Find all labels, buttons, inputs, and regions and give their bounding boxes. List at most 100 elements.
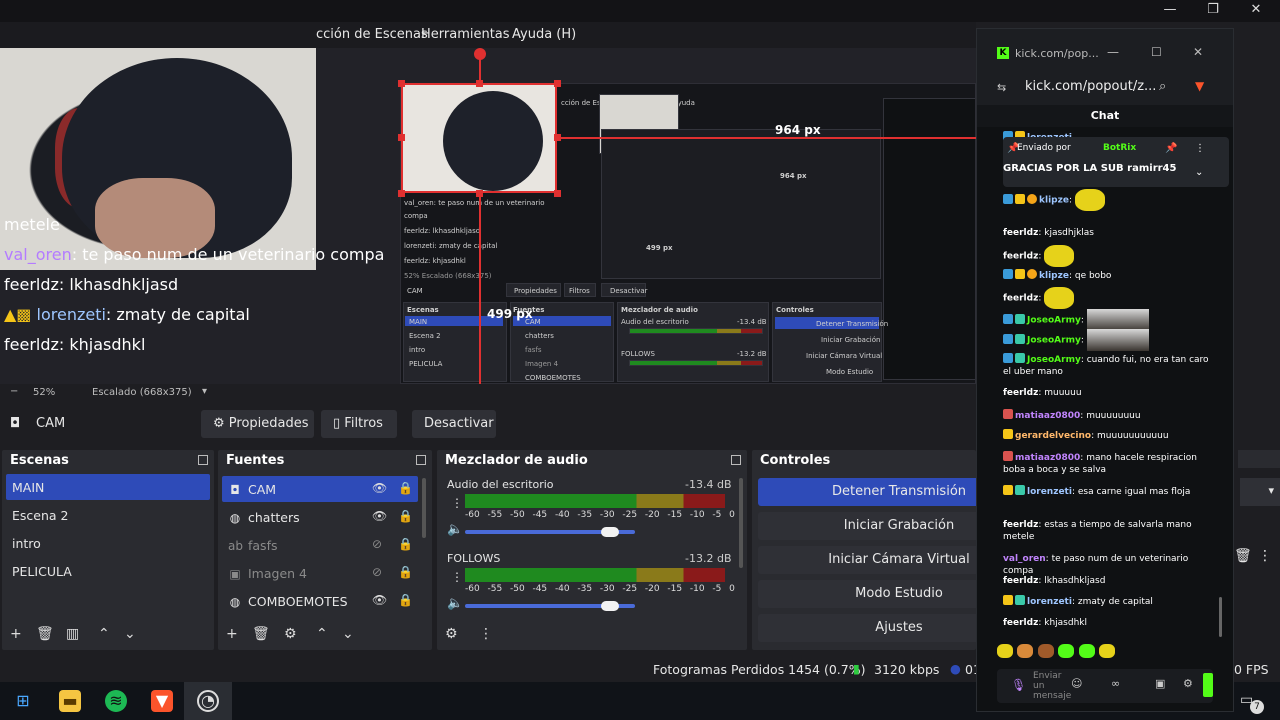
kebab-icon[interactable]: ⋮ xyxy=(1258,548,1272,564)
speaker-icon[interactable]: 🔈 xyxy=(447,522,463,537)
lock-icon[interactable]: 🔒 xyxy=(398,593,413,607)
gear-icon[interactable]: ⚙ xyxy=(284,626,297,642)
lock-icon[interactable]: 🔒 xyxy=(398,481,413,495)
emote-icon[interactable] xyxy=(1037,644,1054,658)
deactivate-button[interactable]: Desactivar xyxy=(412,410,496,438)
eye-hidden-icon[interactable]: ⊘ xyxy=(372,565,382,579)
add-icon[interactable]: + xyxy=(226,626,238,642)
studio-mode-button[interactable]: Modo Estudio xyxy=(758,580,976,608)
undock-icon[interactable] xyxy=(416,455,426,465)
move-down-icon[interactable]: ⌄ xyxy=(342,626,354,642)
move-down-icon[interactable]: ⌄ xyxy=(124,626,136,642)
kebab-icon[interactable]: ⋮ xyxy=(479,626,493,642)
scene-item-escena-2[interactable]: Escena 2 xyxy=(6,502,210,528)
filter-icon[interactable]: ▥ xyxy=(66,626,79,642)
zoom-out-button[interactable]: − xyxy=(10,386,18,397)
brave-icon[interactable]: ▼ xyxy=(151,690,173,712)
emote-icon[interactable] xyxy=(1058,644,1075,658)
camera-icon: ◘ xyxy=(230,483,240,497)
windows-start-icon[interactable]: ⊞ xyxy=(12,690,34,712)
scrollbar[interactable] xyxy=(422,478,426,538)
eye-hidden-icon[interactable]: ⊘ xyxy=(372,537,382,551)
selected-source-box[interactable] xyxy=(401,83,557,193)
emote-icon[interactable] xyxy=(1017,644,1034,658)
scrollbar[interactable] xyxy=(739,478,743,568)
source-item-cam[interactable]: ◘ CAM 👁 🔒 xyxy=(222,476,418,502)
source-item-imagen-4[interactable]: ▣ Imagen 4 ⊘ 🔒 xyxy=(222,560,418,586)
resize-handle[interactable] xyxy=(398,190,405,197)
emote-icon[interactable] xyxy=(1078,644,1095,658)
start-recording-button[interactable]: Iniciar Grabación xyxy=(758,512,976,540)
chevron-down-icon[interactable]: ⌄ xyxy=(1195,167,1203,178)
minimize-icon[interactable]: — xyxy=(1155,2,1185,20)
resize-handle[interactable] xyxy=(398,80,405,87)
kebab-icon[interactable]: ⋮ xyxy=(451,496,463,510)
spotify-icon[interactable]: ≋ xyxy=(105,690,127,712)
volume-slider-knob[interactable] xyxy=(600,527,619,537)
lock-icon[interactable]: 🔒 xyxy=(398,537,413,551)
stop-stream-button[interactable]: Detener Transmisión xyxy=(758,478,976,506)
close-icon[interactable]: ✕ xyxy=(1193,45,1203,59)
brave-shield-icon[interactable]: ▼ xyxy=(1195,79,1204,93)
emote-icon[interactable] xyxy=(1099,644,1116,658)
source-item-fasfs[interactable]: ab fasfs ⊘ 🔒 xyxy=(222,532,418,558)
filters-button[interactable]: ▯ Filtros xyxy=(321,410,397,438)
undock-icon[interactable] xyxy=(198,455,208,465)
apps-icon[interactable]: ∞ xyxy=(1111,677,1120,690)
eye-icon[interactable]: 👁 xyxy=(372,481,387,495)
resize-handle[interactable] xyxy=(554,190,561,197)
gear-icon[interactable]: ⚙ xyxy=(445,626,458,642)
file-explorer-icon[interactable]: ▬ xyxy=(59,690,81,712)
close-icon[interactable]: ✕ xyxy=(1241,2,1271,20)
start-virtual-camera-button[interactable]: Iniciar Cámara Virtual xyxy=(758,546,976,574)
controls-dock: Controles Detener Transmisión Iniciar Gr… xyxy=(752,450,976,650)
trash-icon[interactable]: 🗑 xyxy=(1234,548,1252,564)
eye-icon[interactable]: 👁 xyxy=(372,593,387,607)
gear-icon[interactable]: ⚙ xyxy=(1183,677,1193,690)
site-settings-icon[interactable]: ⇆ xyxy=(997,81,1006,94)
url-field[interactable]: kick.com/popout/z... xyxy=(1025,79,1156,94)
resize-handle[interactable] xyxy=(554,80,561,87)
eye-icon[interactable]: 👁 xyxy=(372,509,387,523)
restore-icon[interactable]: ❐ xyxy=(1198,2,1228,20)
properties-button[interactable]: ⚙ Propiedades xyxy=(201,410,314,438)
move-up-icon[interactable]: ⌃ xyxy=(316,626,328,642)
menu-help[interactable]: Ayuda (H) xyxy=(512,27,576,42)
emote-icon[interactable] xyxy=(997,644,1013,658)
scene-item-intro[interactable]: intro xyxy=(6,530,210,556)
nested-control-1: Detener Transmisión xyxy=(816,320,889,328)
menu-scene-collection[interactable]: cción de Escenas xyxy=(316,27,428,42)
send-button[interactable] xyxy=(1203,673,1213,697)
unpin-icon[interactable]: 📌 xyxy=(1165,143,1177,154)
kebab-icon[interactable]: ⋮ xyxy=(1195,143,1205,154)
source-item-comboemotes[interactable]: ◍ COMBOEMOTES 👁 🔒 xyxy=(222,588,418,614)
settings-button[interactable]: Ajustes xyxy=(758,614,976,642)
speaker-icon[interactable]: 🔈 xyxy=(447,596,463,611)
scene-item-main[interactable]: MAIN xyxy=(6,474,210,500)
dropdown[interactable]: ▾ xyxy=(1240,478,1280,506)
resize-handle[interactable] xyxy=(398,134,405,141)
maximize-icon[interactable]: ☐ xyxy=(1151,45,1162,59)
trash-icon[interactable]: 🗑 xyxy=(252,626,270,642)
volume-slider-knob[interactable] xyxy=(600,601,619,611)
scene-item-pelicula[interactable]: PELICULA xyxy=(6,558,210,584)
chevron-down-icon[interactable]: ▾ xyxy=(202,386,207,397)
emote-picker-icon[interactable]: ☺ xyxy=(1071,677,1082,690)
chat-input[interactable]: 🎙 Enviar un mensaje ☺ ∞ ▣ ⚙ xyxy=(997,669,1213,703)
zoom-icon[interactable]: ⌕ xyxy=(1159,79,1166,94)
add-icon[interactable]: + xyxy=(10,626,22,642)
menu-tools[interactable]: Herramientas xyxy=(421,27,510,42)
lock-icon[interactable]: 🔒 xyxy=(398,565,413,579)
trash-icon[interactable]: 🗑 xyxy=(36,626,54,642)
minimize-icon[interactable]: — xyxy=(1107,45,1119,59)
scrollbar[interactable] xyxy=(1219,597,1222,637)
obs-icon[interactable]: ◔ xyxy=(197,690,219,712)
source-item-chatters[interactable]: ◍ chatters 👁 🔒 xyxy=(222,504,418,530)
undock-icon[interactable] xyxy=(731,455,741,465)
move-up-icon[interactable]: ⌃ xyxy=(98,626,110,642)
microphone-icon[interactable]: 🎙 xyxy=(1011,678,1026,692)
lock-icon[interactable]: 🔒 xyxy=(398,509,413,523)
shop-icon[interactable]: ▣ xyxy=(1155,677,1165,690)
kebab-icon[interactable]: ⋮ xyxy=(451,570,463,584)
pinned-message[interactable]: 📌 Enviado por BotRix 📌 ⋮ GRACIAS POR LA … xyxy=(1003,137,1229,187)
